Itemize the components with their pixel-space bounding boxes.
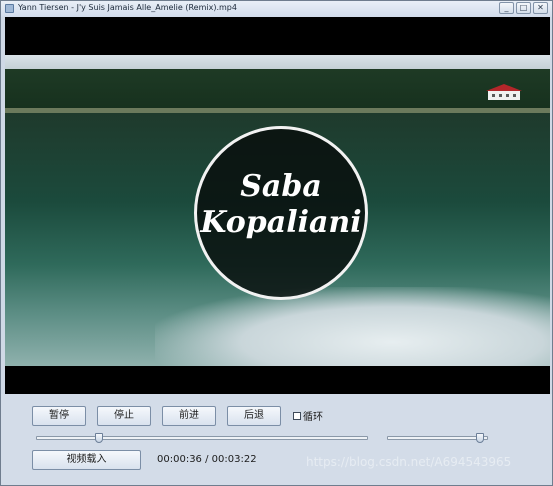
volume-slider[interactable] [387, 433, 488, 443]
logo-line-2: Kopaliani [200, 205, 362, 240]
progress-slider[interactable] [36, 433, 368, 443]
close-button[interactable]: ✕ [533, 2, 548, 14]
window-controls: _ □ ✕ [499, 2, 548, 14]
logo-badge: Saba Kopaliani [194, 126, 368, 300]
forward-button[interactable]: 前进 [162, 406, 216, 426]
volume-thumb[interactable] [476, 433, 484, 443]
progress-thumb[interactable] [95, 433, 103, 443]
watermark: https://blog.csdn.net/A694543965 [306, 455, 512, 469]
logo-line-1: Saba [240, 169, 322, 204]
window-title: Yann Tiersen - J'y Suis Jamais Alle_Amel… [18, 3, 237, 12]
load-video-button[interactable]: 视频载入 [32, 450, 141, 470]
cloud-reflection [155, 287, 550, 366]
loop-label: 循环 [303, 412, 323, 423]
control-panel: 暂停 停止 前进 后退 循环 视频载入 00:00:36 / 00:03:22 … [1, 394, 552, 485]
player-window: Yann Tiersen - J'y Suis Jamais Alle_Amel… [0, 0, 553, 486]
maximize-button[interactable]: □ [516, 2, 531, 14]
time-readout: 00:00:36 / 00:03:22 [157, 454, 257, 465]
total-time: 00:03:22 [211, 454, 257, 465]
house-icon [486, 84, 522, 100]
current-time: 00:00:36 [157, 454, 202, 465]
app-icon [5, 4, 14, 13]
loop-checkbox[interactable] [293, 412, 301, 420]
back-button[interactable]: 后退 [227, 406, 281, 426]
title-bar[interactable]: Yann Tiersen - J'y Suis Jamais Alle_Amel… [1, 1, 552, 17]
minimize-button[interactable]: _ [499, 2, 514, 14]
video-display[interactable]: Saba Kopaliani [5, 17, 550, 394]
time-separator: / [205, 454, 209, 465]
pause-button[interactable]: 暂停 [32, 406, 86, 426]
stop-button[interactable]: 停止 [97, 406, 151, 426]
forest [5, 69, 550, 113]
